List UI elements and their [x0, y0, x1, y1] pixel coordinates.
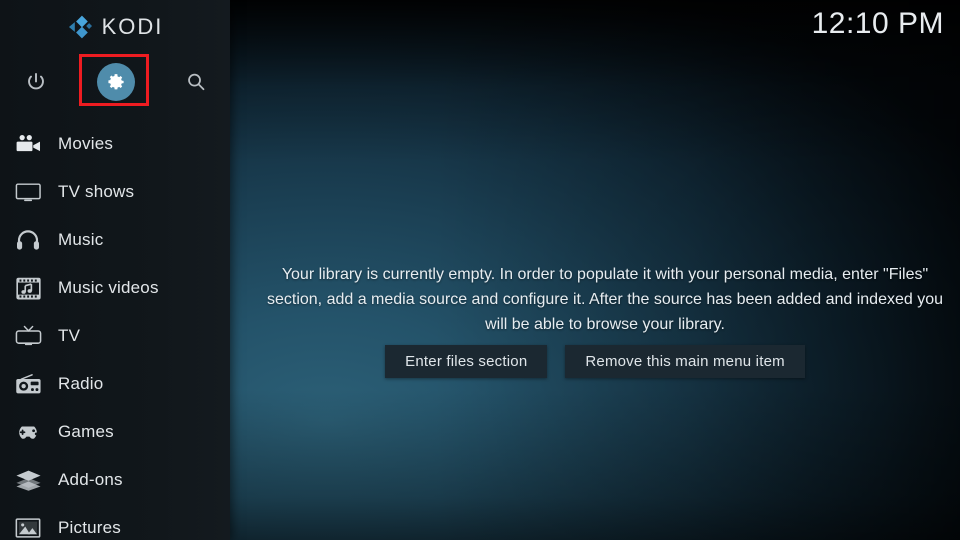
search-button[interactable]	[168, 54, 224, 110]
settings-button[interactable]	[88, 54, 144, 110]
headphones-icon	[10, 225, 46, 255]
sidebar-item-add-ons[interactable]: Add-ons	[0, 456, 230, 504]
sidebar-item-label: Games	[58, 422, 114, 441]
sidebar: KODI Movies TV shows Music Music videos …	[0, 0, 230, 540]
sidebar-item-games[interactable]: Games	[0, 408, 230, 456]
sidebar-item-label: Movies	[58, 134, 114, 153]
tv-monitor-icon	[10, 177, 46, 207]
gear-icon	[108, 74, 124, 90]
clock: 12:10 PM	[811, 7, 944, 40]
sidebar-item-music-videos[interactable]: Music videos	[0, 264, 230, 312]
brand: KODI	[0, 0, 230, 54]
music-video-icon	[10, 273, 46, 303]
kodi-logo-icon	[68, 15, 92, 39]
power-icon	[28, 72, 44, 90]
addon-box-icon	[10, 465, 46, 495]
brand-name: KODI	[101, 14, 164, 39]
sidebar-item-label: Music	[58, 230, 104, 249]
sidebar-item-pictures[interactable]: Pictures	[0, 504, 230, 540]
top-icon-row	[0, 54, 230, 110]
sidebar-menu: Movies TV shows Music Music videos TV Ra…	[0, 120, 230, 540]
empty-library-message: Your library is currently empty. In orde…	[266, 266, 943, 333]
movie-camera-icon	[10, 129, 46, 159]
action-button-row: Enter files section Remove this main men…	[230, 345, 960, 378]
sidebar-item-label: TV	[58, 326, 81, 345]
sidebar-item-label: Add-ons	[58, 470, 123, 489]
picture-frame-icon	[10, 513, 46, 540]
sidebar-item-label: TV shows	[58, 182, 135, 201]
radio-icon	[10, 369, 46, 399]
sidebar-item-label: Radio	[58, 374, 104, 393]
sidebar-item-radio[interactable]: Radio	[0, 360, 230, 408]
sidebar-item-movies[interactable]: Movies	[0, 120, 230, 168]
kodi-home-screen: Your library is currently empty. In orde…	[0, 0, 960, 540]
tv-antenna-icon	[10, 321, 46, 351]
search-icon	[188, 73, 205, 91]
sidebar-item-label: Pictures	[58, 518, 122, 537]
sidebar-item-tv-shows[interactable]: TV shows	[0, 168, 230, 216]
enter-files-section-button[interactable]: Enter files section	[385, 345, 548, 378]
sidebar-item-label: Music videos	[58, 278, 159, 297]
sidebar-item-tv[interactable]: TV	[0, 312, 230, 360]
sidebar-item-music[interactable]: Music	[0, 216, 230, 264]
main-content-area: Your library is currently empty. In orde…	[230, 0, 960, 540]
settings-disc	[97, 63, 135, 101]
remove-main-menu-item-button[interactable]: Remove this main menu item	[565, 345, 805, 378]
power-button[interactable]	[8, 54, 64, 110]
gamepad-icon	[10, 417, 46, 447]
